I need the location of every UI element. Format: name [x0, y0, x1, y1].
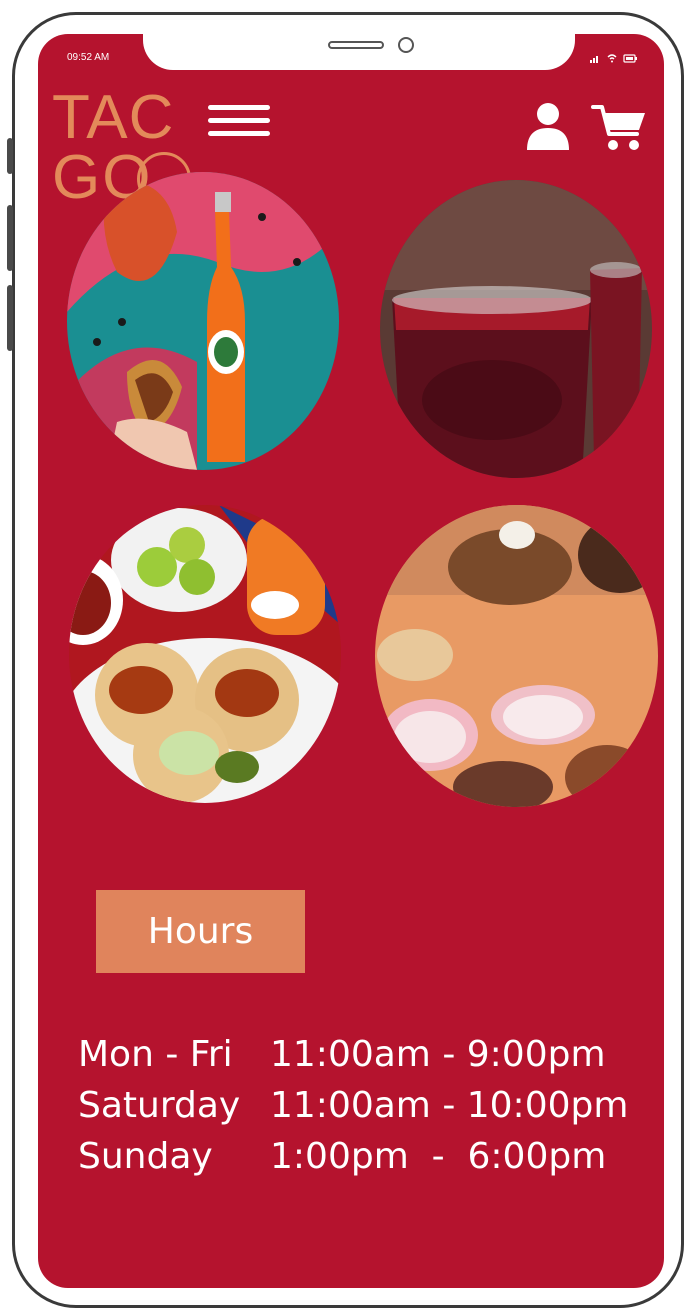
phone-side-button [7, 285, 13, 351]
logo-line-1: TAC [52, 83, 175, 152]
front-camera [398, 37, 414, 53]
hours-time: 11:00am - 10:00pm [270, 1085, 629, 1126]
user-icon[interactable] [525, 102, 571, 152]
status-icons [590, 54, 637, 63]
hours-day: Mon - Fri [78, 1034, 233, 1075]
signal-icon [590, 56, 598, 63]
hours-day: Sunday [78, 1136, 213, 1177]
photo-tacos-jarritos[interactable] [67, 172, 339, 470]
shopping-cart-icon[interactable] [591, 103, 647, 153]
wifi-icon [607, 54, 617, 63]
phone-side-button [7, 205, 13, 271]
hours-button[interactable]: Hours [96, 890, 305, 973]
battery-icon [623, 54, 637, 63]
phone-side-button [7, 138, 13, 174]
photo-tacos-plate-image [69, 505, 341, 803]
photo-rice-beans[interactable] [375, 505, 658, 807]
photo-rice-beans-image [375, 505, 658, 807]
photo-tacos-jarritos-image [67, 172, 339, 470]
hours-time: 11:00am - 9:00pm [270, 1034, 606, 1075]
speaker-grille [328, 41, 384, 49]
photo-agua-fresca[interactable] [380, 180, 652, 478]
photo-tacos-plate[interactable] [69, 505, 341, 803]
status-time: 09:52 AM [67, 52, 110, 63]
hours-day: Saturday [78, 1085, 241, 1126]
hamburger-menu-icon[interactable] [208, 103, 270, 139]
hours-time: 1:00pm - 6:00pm [270, 1136, 607, 1177]
photo-agua-fresca-image [380, 180, 652, 478]
phone-notch [143, 34, 575, 70]
